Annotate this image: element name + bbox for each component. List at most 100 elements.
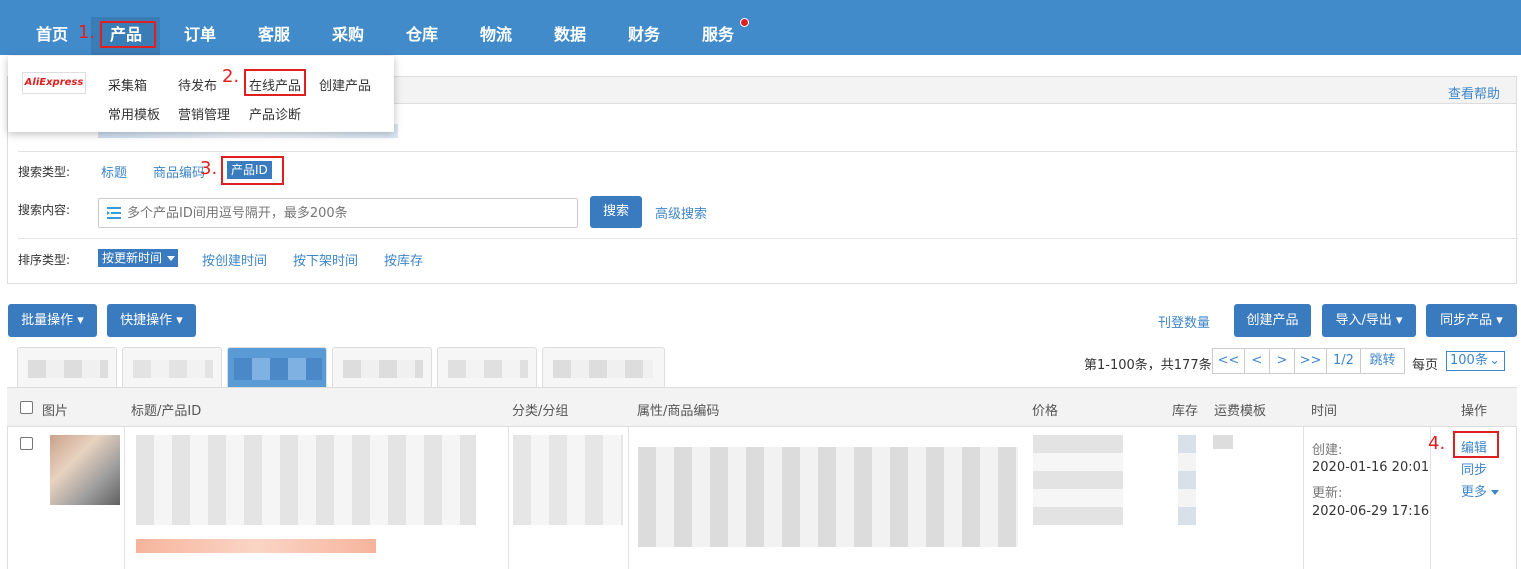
created-label: 创建:	[1312, 443, 1343, 458]
pager-summary: 第1-100条，共177条	[1084, 358, 1212, 373]
nav-service[interactable]: 客服	[258, 0, 290, 55]
chevron-down-icon: ⌄	[1489, 353, 1500, 368]
import-export-label: 导入/导出	[1335, 313, 1392, 328]
edit-link[interactable]: 编辑	[1461, 437, 1487, 456]
search-type-title[interactable]: 标题	[101, 162, 127, 181]
highlight-box-product	[100, 21, 156, 48]
attributes-blurred	[638, 447, 1018, 547]
sort-type-label: 排序类型:	[18, 253, 71, 267]
nav-purchase[interactable]: 采购	[332, 0, 364, 55]
aliexpress-logo[interactable]: AliExpress	[22, 72, 86, 94]
annotation-2: 2.	[222, 66, 240, 87]
category-blurred	[513, 435, 623, 525]
pager-page-indicator: 1/2	[1326, 348, 1361, 374]
notification-badge	[740, 18, 749, 27]
sync-products-button[interactable]: 同步产品 ▾	[1426, 304, 1517, 337]
status-tab-5[interactable]	[437, 347, 537, 387]
sort-by-delisted[interactable]: 按下架时间	[293, 250, 358, 269]
search-input[interactable]	[127, 203, 567, 223]
shipping-blurred	[1213, 435, 1233, 449]
col-title: 标题/产品ID	[131, 404, 202, 419]
sort-selected-label: 按更新时间	[102, 251, 163, 265]
quick-operations-button[interactable]: 快捷操作 ▾	[107, 304, 196, 337]
status-tab-6[interactable]	[542, 347, 665, 387]
col-attributes: 属性/商品编码	[637, 404, 720, 419]
price-blurred	[1033, 435, 1123, 525]
table-header: 图片 标题/产品ID 分类/分组 属性/商品编码 价格 库存 运费模板 时间 操…	[7, 387, 1517, 427]
caret-down-icon	[167, 256, 176, 261]
search-button[interactable]: 搜索	[590, 196, 642, 228]
pager-last[interactable]: >>	[1294, 348, 1327, 374]
col-category: 分类/分组	[512, 404, 569, 419]
product-id-blurred	[136, 539, 376, 553]
menu-collect-box[interactable]: 采集箱	[108, 75, 147, 94]
created-time: 2020-01-16 20:01	[1312, 460, 1430, 475]
advanced-search-link[interactable]: 高级搜索	[655, 203, 707, 222]
more-link[interactable]: 更多	[1461, 481, 1500, 500]
sync-link[interactable]: 同步	[1461, 459, 1487, 478]
nav-warehouse[interactable]: 仓库	[406, 0, 438, 55]
nav-orders[interactable]: 订单	[184, 0, 216, 55]
more-label: 更多	[1461, 485, 1488, 500]
nav-finance[interactable]: 财务	[628, 0, 660, 55]
quick-label: 快捷操作	[120, 313, 173, 328]
create-product-button[interactable]: 创建产品	[1234, 304, 1311, 337]
list-icon	[107, 206, 121, 220]
status-tab-4[interactable]	[332, 347, 432, 387]
annotation-1: 1.	[78, 22, 96, 43]
updated-label: 更新:	[1312, 486, 1343, 501]
nav-home[interactable]: 首页	[36, 0, 68, 55]
stock-blurred	[1178, 435, 1196, 525]
col-price: 价格	[1032, 404, 1059, 419]
updated-time: 2020-06-29 17:16	[1312, 504, 1430, 519]
pager-next[interactable]: >	[1269, 348, 1295, 374]
select-all-checkbox[interactable]	[20, 401, 33, 414]
search-type-sku[interactable]: 商品编码	[153, 162, 205, 181]
highlight-box-online-products	[244, 69, 306, 96]
col-image: 图片	[42, 404, 69, 419]
per-page-value: 100条	[1450, 353, 1488, 368]
search-input-wrapper	[98, 198, 578, 228]
top-nav: 首页 产品 订单 客服 采购 仓库 物流 数据 财务 服务	[0, 0, 1521, 55]
status-tab-1[interactable]	[17, 347, 117, 387]
status-tab-2[interactable]	[122, 347, 222, 387]
product-title-blurred[interactable]	[136, 435, 476, 525]
search-content-label: 搜索内容:	[18, 203, 71, 217]
sort-by-stock[interactable]: 按库存	[384, 250, 423, 269]
sync-label: 同步产品	[1440, 313, 1493, 328]
status-tab-active[interactable]	[227, 347, 327, 387]
publish-count-link[interactable]: 刊登数量	[1158, 312, 1210, 331]
sort-by-created[interactable]: 按创建时间	[202, 250, 267, 269]
help-link[interactable]: 查看帮助	[1448, 83, 1500, 102]
pager-first[interactable]: <<	[1212, 348, 1245, 374]
nav-data[interactable]: 数据	[554, 0, 586, 55]
nav-logistics[interactable]: 物流	[480, 0, 512, 55]
menu-diagnosis[interactable]: 产品诊断	[249, 104, 301, 123]
per-page-label: 每页	[1412, 358, 1439, 373]
col-time: 时间	[1311, 404, 1338, 419]
per-page-select[interactable]: 100条 ⌄	[1446, 351, 1505, 371]
sort-by-updated[interactable]: 按更新时间	[98, 249, 179, 267]
caret-down-icon	[1491, 490, 1500, 495]
nav-services[interactable]: 服务	[702, 0, 734, 55]
annotation-4: 4.	[1428, 433, 1446, 454]
menu-pending-publish[interactable]: 待发布	[178, 75, 217, 94]
col-actions: 操作	[1461, 404, 1488, 419]
menu-create-product[interactable]: 创建产品	[319, 75, 371, 94]
row-checkbox[interactable]	[20, 437, 33, 450]
menu-marketing[interactable]: 营销管理	[178, 104, 230, 123]
search-type-product-id[interactable]: 产品ID	[227, 161, 272, 179]
col-stock: 库存	[1172, 404, 1199, 419]
product-thumbnail[interactable]	[50, 435, 120, 505]
annotation-3: 3.	[200, 158, 218, 179]
import-export-button[interactable]: 导入/导出 ▾	[1322, 304, 1416, 337]
table-row: 创建: 2020-01-16 20:01 更新: 2020-06-29 17:1…	[7, 427, 1517, 569]
menu-templates[interactable]: 常用模板	[108, 104, 160, 123]
batch-label: 批量操作	[21, 313, 74, 328]
pager-prev[interactable]: <	[1244, 348, 1270, 374]
batch-operations-button[interactable]: 批量操作 ▾	[8, 304, 97, 337]
search-type-label: 搜索类型:	[18, 165, 71, 179]
product-dropdown-menu: AliExpress 采集箱 待发布 在线产品 创建产品 常用模板 营销管理 产…	[8, 56, 394, 132]
pager-jump[interactable]: 跳转	[1360, 348, 1405, 374]
col-shipping-template: 运费模板	[1214, 404, 1267, 419]
